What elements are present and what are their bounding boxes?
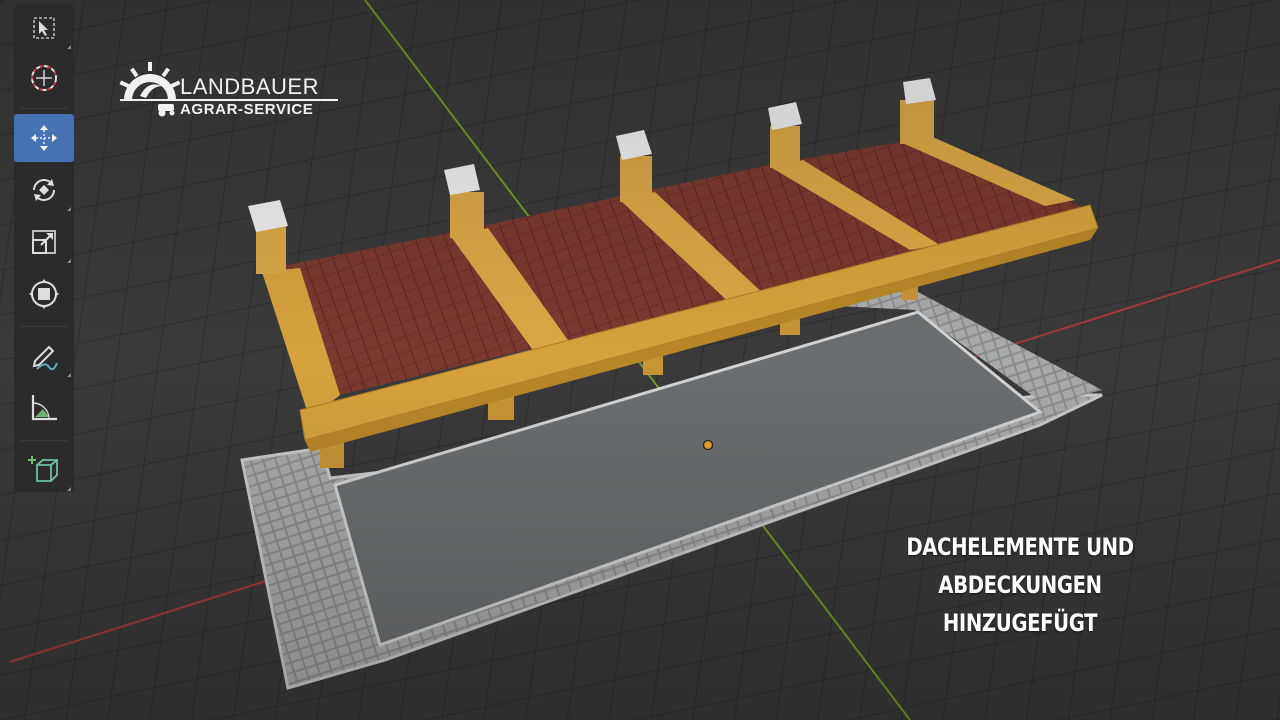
- annotate-button[interactable]: [14, 332, 74, 380]
- scale-button[interactable]: [14, 218, 74, 266]
- caption-line-2: HINZUGEFÜGT: [942, 609, 1098, 637]
- add-cube-button[interactable]: [14, 446, 74, 494]
- transform-button[interactable]: [14, 270, 74, 318]
- measure-button[interactable]: [14, 384, 74, 432]
- logo-name: LANDBAUER: [180, 74, 319, 99]
- scale-icon: [32, 230, 56, 254]
- move-icon: [31, 125, 57, 151]
- tool-bar: [14, 4, 74, 492]
- sun-tractor-icon: [119, 62, 181, 117]
- caption-line-1: DACHELEMENTE UND ABDECKUNGEN: [906, 533, 1134, 599]
- rotate-icon: [33, 179, 55, 201]
- measure-icon: [31, 395, 57, 421]
- rotate-button[interactable]: [14, 166, 74, 214]
- annotate-icon: [32, 345, 58, 371]
- transform-icon: [29, 279, 59, 309]
- logo-subtitle: AGRAR-SERVICE: [180, 101, 314, 118]
- add-cube-icon: [28, 456, 58, 482]
- move-button[interactable]: [14, 114, 74, 162]
- select-box-icon: [33, 17, 55, 39]
- caption-overlay: DACHELEMENTE UND ABDECKUNGEN HINZUGEFÜGT: [823, 528, 1217, 642]
- landbauer-logo: LANDBAUER AGRAR-SERVICE: [118, 60, 348, 124]
- cursor-icon: [31, 65, 57, 91]
- cursor-button[interactable]: [14, 54, 74, 102]
- select-box-button[interactable]: [14, 4, 74, 52]
